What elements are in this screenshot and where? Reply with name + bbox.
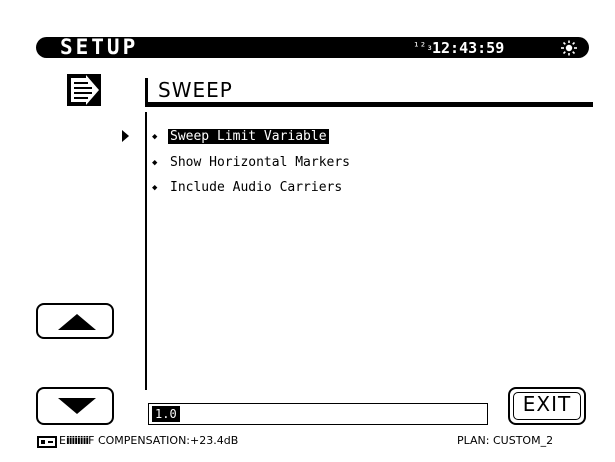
plan-status: PLAN: CUSTOM_2 — [457, 433, 553, 449]
plan-value: CUSTOM_2 — [492, 434, 554, 447]
value-input-text: 1.0 — [152, 406, 180, 422]
bullet-icon: ◆ — [152, 132, 158, 142]
battery-meter: iiiiiiii — [65, 434, 89, 447]
sun-icon — [561, 40, 577, 56]
scroll-up-button[interactable] — [36, 303, 114, 339]
battery-icon — [37, 436, 57, 448]
fuel-full-label: F — [88, 434, 95, 447]
selection-cursor-icon — [122, 130, 129, 142]
screen-title: SETUP — [60, 35, 139, 59]
fuel-empty-label: E — [59, 434, 66, 447]
exit-label: EXIT — [522, 392, 572, 416]
compensation-status: EiiiiiiiiF COMPENSATION:+23.4dB — [59, 433, 238, 449]
list-divider — [145, 112, 147, 390]
menu-item-include-audio-carriers[interactable]: ◆ Include Audio Carriers — [152, 178, 344, 198]
bullet-icon: ◆ — [152, 183, 158, 193]
menu-item-label: Sweep Limit Variable — [168, 129, 329, 144]
down-arrow-icon — [58, 398, 96, 414]
up-arrow-icon — [58, 314, 96, 330]
exit-button[interactable]: EXIT — [508, 387, 586, 425]
status-indicator: ¹²₃ — [413, 40, 433, 53]
menu-item-label: Show Horizontal Markers — [170, 155, 351, 170]
compensation-label: COMPENSATION: — [97, 434, 191, 447]
menu-item-sweep-limit-variable[interactable]: ◆ Sweep Limit Variable — [152, 127, 329, 147]
page-arrow-icon — [67, 74, 101, 106]
section-heading: SWEEP — [158, 78, 233, 102]
compensation-value: +23.4dB — [190, 434, 239, 447]
menu-item-show-horizontal-markers[interactable]: ◆ Show Horizontal Markers — [152, 153, 352, 173]
scroll-down-button[interactable] — [36, 387, 114, 425]
menu-item-label: Include Audio Carriers — [170, 180, 343, 195]
clock: 12:43:59 — [432, 39, 505, 57]
value-input[interactable]: 1.0 — [148, 403, 488, 425]
plan-label: PLAN: — [457, 434, 490, 447]
bullet-icon: ◆ — [152, 158, 158, 168]
